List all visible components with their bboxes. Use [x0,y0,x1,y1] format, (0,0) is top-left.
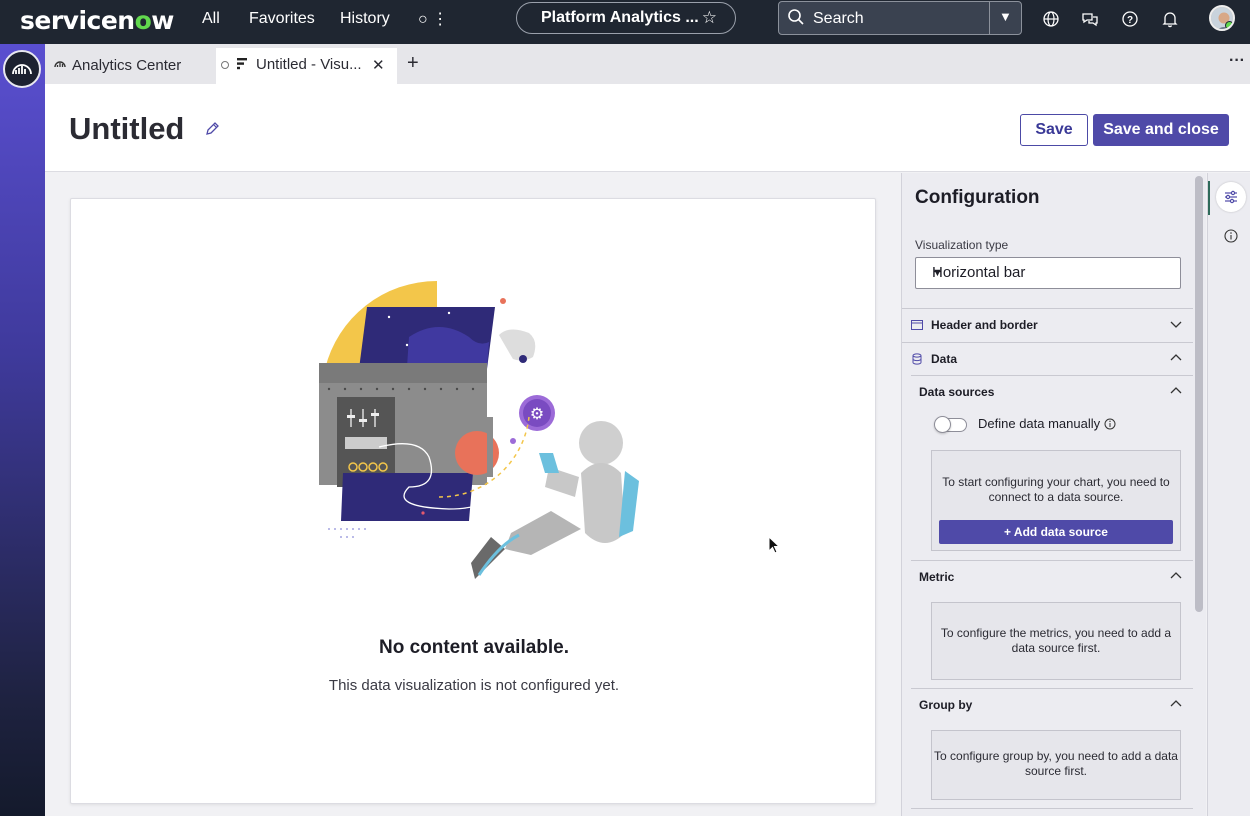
close-tab-icon[interactable]: ✕ [372,56,385,74]
presence-indicator [1225,21,1233,29]
section-header-and-border[interactable]: Header and border [902,308,1193,342]
search-divider [989,2,990,34]
define-data-manually-label: Define data manually [978,416,1101,431]
unsaved-indicator-icon [221,61,229,69]
group-by-placeholder: To configure group by, you need to add a… [931,730,1181,800]
data-sources-message: To start configuring your chart, you nee… [942,475,1170,504]
configuration-settings-button[interactable] [1216,182,1246,212]
chevron-up-icon [1170,354,1182,361]
nav-all[interactable]: All [202,10,220,28]
define-data-manually-toggle[interactable] [934,416,967,433]
tab-bar: Analytics Center Untitled - Visu... ✕ + … [45,44,1250,84]
tab-untitled-visualization[interactable]: Untitled - Visu... ✕ [216,48,397,84]
nav-favorites[interactable]: Favorites [249,10,315,28]
section-divider [911,808,1193,816]
search-scope-dropdown-icon[interactable]: ▼ [999,9,1012,24]
context-pill[interactable]: Platform Analytics ... ☆ [516,2,736,34]
search-icon [788,9,804,25]
section-data[interactable]: Data [902,342,1193,376]
analytics-center-icon [54,61,66,68]
subsection-data-sources[interactable]: Data sources [911,375,1193,409]
visualization-type-select[interactable]: Horizontal bar ▼ [915,257,1181,289]
chevron-up-icon [1170,700,1182,707]
nav-history[interactable]: History [340,10,390,28]
active-indicator [1208,181,1210,215]
servicenow-logo[interactable]: servicenow [20,6,174,35]
help-icon[interactable]: ? [1121,10,1139,28]
header-border-icon [911,320,923,330]
empty-state-title: No content available. [378,637,570,658]
star-icon[interactable]: ☆ [702,8,717,28]
section-header-and-border-label: Header and border [931,318,1038,332]
edit-title-icon[interactable] [205,121,220,136]
tab-analytics-center-label: Analytics Center [72,57,182,74]
section-data-label: Data [931,352,958,366]
user-avatar[interactable] [1209,5,1235,31]
metric-placeholder: To configure the metrics, you need to ad… [931,602,1181,680]
top-navigation: servicenow All Favorites History ○ ⋮ Pla… [0,0,1250,44]
database-icon [912,353,922,365]
page-title: Untitled [69,111,185,146]
config-scrollbar[interactable] [1195,176,1203,612]
bell-icon[interactable] [1161,10,1179,28]
chevron-down-icon [1170,321,1182,328]
data-sources-label: Data sources [919,385,995,399]
subsection-group-by[interactable]: Group by [911,688,1193,722]
analytics-center-app-icon[interactable] [3,50,41,88]
global-search[interactable]: Search ▼ [778,1,1022,35]
toggle-knob [934,416,951,433]
chevron-down-icon: ▼ [932,267,943,279]
more-options-icon[interactable]: ··· [1229,52,1245,70]
sliders-icon [1225,190,1237,204]
chevron-up-icon [1170,572,1182,579]
save-and-close-button[interactable]: Save and close [1093,114,1229,146]
group-by-label: Group by [919,698,973,712]
svg-text:?: ? [1127,15,1133,26]
visualization-icon [237,58,247,70]
configuration-panel: Configuration Visualization type Horizon… [901,173,1206,816]
save-button[interactable]: Save [1020,114,1088,146]
metric-message: To configure the metrics, you need to ad… [940,626,1172,655]
chevron-up-icon [1170,387,1182,394]
tab-untitled-label: Untitled - Visu... [256,56,362,73]
mouse-cursor-icon [768,536,781,554]
chat-icon[interactable] [1081,10,1099,28]
nav-more-menu[interactable]: ○ ⋮ [418,9,448,29]
add-tab-button[interactable]: + [407,52,419,75]
data-sources-placeholder: To start configuring your chart, you nee… [931,450,1181,551]
right-rail [1207,173,1250,816]
metric-label: Metric [919,570,955,584]
tab-analytics-center[interactable]: Analytics Center [53,56,181,74]
search-input[interactable]: Search [813,10,864,28]
context-pill-label: Platform Analytics ... [541,9,699,26]
page-header: Untitled Save Save and close [45,84,1250,172]
left-rail [0,44,45,816]
subsection-metric[interactable]: Metric [911,560,1193,594]
empty-state-illustration: ⚙ [319,280,639,579]
add-data-source-button[interactable]: + Add data source [939,520,1173,544]
visualization-canvas: ⚙ No content available. This data visual… [70,198,876,804]
info-icon[interactable] [1104,418,1116,430]
svg-text:⚙: ⚙ [530,404,544,423]
configuration-title: Configuration [915,187,1040,208]
globe-icon[interactable] [1042,10,1060,28]
empty-state-subtitle: This data visualization is not configure… [328,677,620,694]
group-by-message: To configure group by, you need to add a… [934,749,1178,778]
info-icon[interactable] [1224,229,1238,243]
visualization-type-label: Visualization type [915,238,1009,252]
